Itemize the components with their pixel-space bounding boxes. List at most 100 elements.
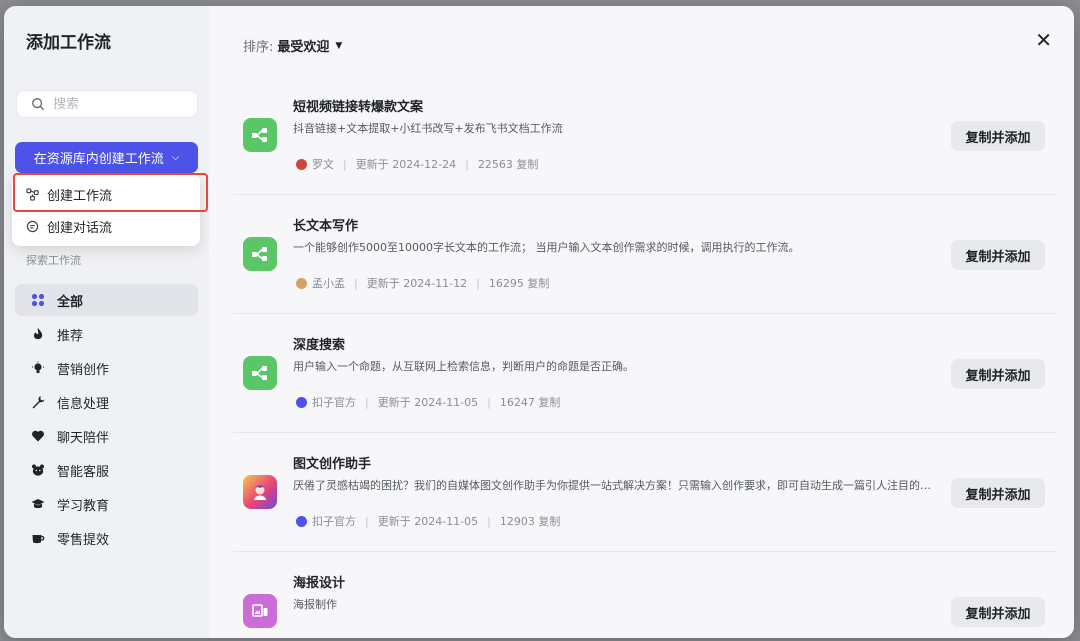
cup-icon xyxy=(32,535,45,544)
workflow-description: 一个能够创作5000至10000字长文本的工作流； 当用户输入文本创作需求的时候… xyxy=(293,241,800,254)
separator: | xyxy=(487,395,491,409)
caret-down-icon: ▼ xyxy=(335,40,343,51)
separator: | xyxy=(365,514,369,528)
close-icon[interactable]: ✕ xyxy=(1035,30,1052,50)
category-recommend[interactable]: 推荐 xyxy=(15,318,198,350)
fire-icon xyxy=(33,328,43,340)
avatar xyxy=(296,158,307,170)
category-education[interactable]: 学习教育 xyxy=(15,488,198,520)
separator: | xyxy=(343,157,347,171)
category-chat-companion[interactable]: 聊天陪伴 xyxy=(15,420,198,452)
heart-icon xyxy=(32,430,44,442)
workflow-description: 海报制作 xyxy=(293,598,337,611)
chat-flow-icon xyxy=(26,220,39,232)
workflow-icon-box xyxy=(243,118,277,152)
workflow-title: 长文本写作 xyxy=(293,219,359,234)
copy-count: 16247 复制 xyxy=(499,396,561,409)
workflow-title: 图文创作助手 xyxy=(293,457,372,472)
updated-date: 更新于 2024-12-24 xyxy=(355,158,457,171)
workflow-description: 厌倦了灵感枯竭的困扰？我们的自媒体图文创作助手为你提供一站式解决方案！只需输入创… xyxy=(293,479,933,492)
category-label: 聊天陪伴 xyxy=(57,430,110,446)
category-customer-service[interactable]: 智能客服 xyxy=(15,454,198,486)
updated-date: 更新于 2024-11-05 xyxy=(377,515,479,528)
workflow-item[interactable]: 图文创作助手 厌倦了灵感枯竭的困扰？我们的自媒体图文创作助手为你提供一站式解决方… xyxy=(233,433,1057,552)
separator: | xyxy=(476,276,480,290)
search-box[interactable] xyxy=(16,90,198,118)
coze-logo-icon xyxy=(296,396,307,408)
updated-date: 更新于 2024-11-05 xyxy=(377,396,479,409)
workflow-item[interactable]: 海报设计 海报制作 复制并添加 xyxy=(233,552,1057,638)
category-list: 全部 推荐 营销创作 信息处理 聊天陪伴 智能客服 学习教育 零售提效 xyxy=(15,284,198,556)
menu-item-label: 创建对话流 xyxy=(47,220,113,236)
create-in-library-button[interactable]: 在资源库内创建工作流 ⌵ xyxy=(15,142,198,173)
explore-section-label: 探索工作流 xyxy=(26,254,81,267)
separator: | xyxy=(365,395,369,409)
category-info-processing[interactable]: 信息处理 xyxy=(15,386,198,418)
workflow-list: 短视频链接转爆款文案 抖音链接+文本提取+小红书改写+发布飞书文档工作流 罗文 … xyxy=(233,76,1057,638)
sort-value: 最受欢迎 xyxy=(277,40,330,55)
add-workflow-modal: 添加工作流 在资源库内创建工作流 ⌵ 创建工作流 创建对话流 探索工作流 全部 xyxy=(4,6,1074,638)
separator: | xyxy=(354,276,358,290)
avatar xyxy=(296,277,307,289)
workflow-title: 短视频链接转爆款文案 xyxy=(293,100,424,115)
workflow-meta: 扣子官方 | 更新于 2024-11-05 | 12903 复制 xyxy=(296,513,560,529)
bulb-icon xyxy=(32,361,44,373)
workflow-icon xyxy=(252,247,267,261)
category-all[interactable]: 全部 xyxy=(15,284,198,316)
grid-icon xyxy=(31,293,45,307)
workflow-item[interactable]: 长文本写作 一个能够创作5000至10000字长文本的工作流； 当用户输入文本创… xyxy=(233,195,1057,314)
author-name: 扣子官方 xyxy=(312,396,356,409)
workflow-icon-box xyxy=(243,237,277,271)
category-label: 学习教育 xyxy=(57,498,110,514)
copy-and-add-button[interactable]: 复制并添加 xyxy=(951,240,1045,270)
category-label: 智能客服 xyxy=(57,464,110,480)
workflow-title: 深度搜索 xyxy=(293,338,346,353)
author-name: 罗文 xyxy=(312,158,334,171)
sidebar: 添加工作流 在资源库内创建工作流 ⌵ 创建工作流 创建对话流 探索工作流 全部 xyxy=(4,6,209,638)
category-marketing[interactable]: 营销创作 xyxy=(15,352,198,384)
workflow-description: 用户输入一个命题，从互联网上检索信息，判断用户的命题是否正确。 xyxy=(293,360,634,373)
category-label: 零售提效 xyxy=(57,532,110,548)
modal-title: 添加工作流 xyxy=(26,33,111,53)
category-label: 营销创作 xyxy=(57,362,110,378)
author-name: 孟小孟 xyxy=(312,277,345,290)
menu-item-create-chatflow[interactable]: 创建对话流 xyxy=(12,210,200,242)
coze-logo-icon xyxy=(296,515,307,527)
menu-item-label: 创建工作流 xyxy=(47,188,113,204)
graduation-cap-icon xyxy=(31,499,45,509)
poster-icon xyxy=(252,604,268,617)
separator: | xyxy=(465,157,469,171)
copy-and-add-button[interactable]: 复制并添加 xyxy=(951,121,1045,151)
author-name: 扣子官方 xyxy=(312,515,356,528)
category-label: 推荐 xyxy=(57,328,84,344)
workflow-icon-box xyxy=(243,356,277,390)
wrench-icon xyxy=(32,396,45,409)
workflow-item[interactable]: 短视频链接转爆款文案 抖音链接+文本提取+小红书改写+发布飞书文档工作流 罗文 … xyxy=(233,76,1057,195)
bear-icon xyxy=(32,464,44,476)
workflow-item[interactable]: 深度搜索 用户输入一个命题，从互联网上检索信息，判断用户的命题是否正确。 扣子官… xyxy=(233,314,1057,433)
workflow-icon xyxy=(26,187,39,201)
copy-and-add-button[interactable]: 复制并添加 xyxy=(951,359,1045,389)
sort-label: 排序: xyxy=(243,40,274,55)
workflow-meta: 孟小孟 | 更新于 2024-11-12 | 16295 复制 xyxy=(296,275,549,291)
workflow-meta: 扣子官方 | 更新于 2024-11-05 | 16247 复制 xyxy=(296,394,560,410)
main-panel: 排序: 最受欢迎 ▼ ✕ 短视频链接转爆款文案 抖音链接+文本提取+小红书改写+… xyxy=(209,6,1074,638)
menu-item-create-workflow[interactable]: 创建工作流 xyxy=(12,178,200,210)
separator: | xyxy=(487,514,491,528)
category-retail[interactable]: 零售提效 xyxy=(15,522,198,554)
copy-and-add-button[interactable]: 复制并添加 xyxy=(951,478,1045,508)
workflow-description: 抖音链接+文本提取+小红书改写+发布飞书文档工作流 xyxy=(293,122,563,135)
workflow-title: 海报设计 xyxy=(293,576,346,591)
category-label: 信息处理 xyxy=(57,396,110,412)
character-avatar-icon xyxy=(254,485,266,500)
workflow-icon xyxy=(252,128,267,142)
workflow-icon-box xyxy=(243,475,277,509)
create-dropdown-menu: 创建工作流 创建对话流 xyxy=(12,174,200,246)
workflow-meta: 罗文 | 更新于 2024-12-24 | 22563 复制 xyxy=(296,156,538,172)
create-in-library-label: 在资源库内创建工作流 xyxy=(33,152,164,167)
copy-and-add-button[interactable]: 复制并添加 xyxy=(951,597,1045,627)
copy-count: 16295 复制 xyxy=(488,277,550,290)
search-input[interactable] xyxy=(53,96,193,112)
sort-selector[interactable]: 排序: 最受欢迎 ▼ xyxy=(243,36,342,55)
search-icon xyxy=(32,98,44,110)
